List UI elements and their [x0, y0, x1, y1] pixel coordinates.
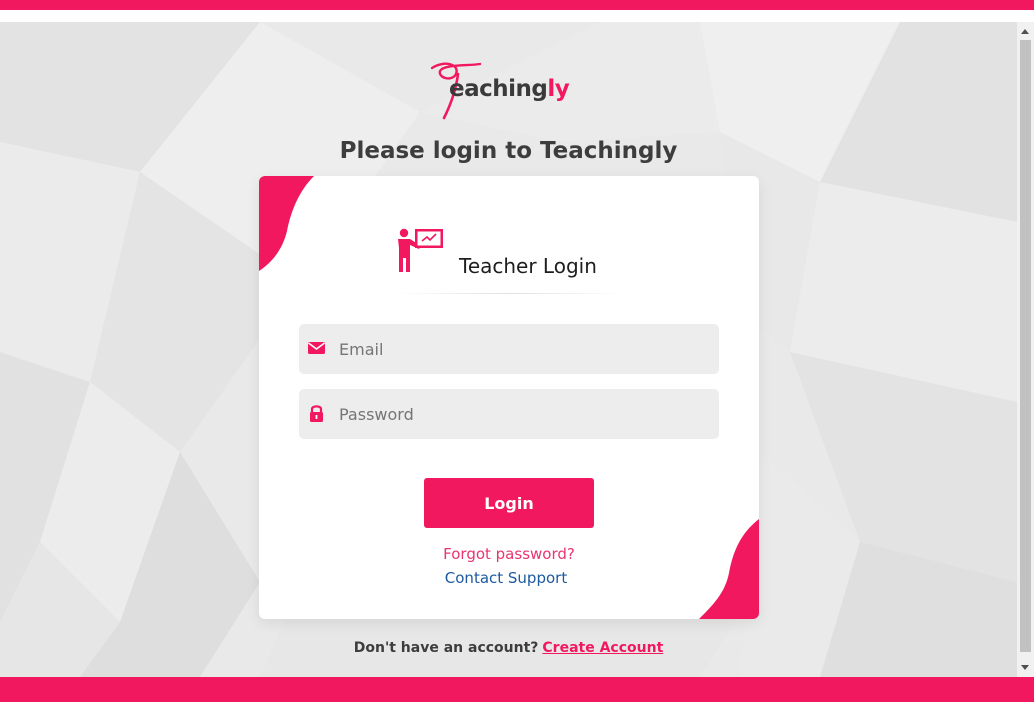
logo-prefix: eaching	[449, 76, 548, 102]
page-viewport: eachingly Please login to Teachingly Tea…	[0, 22, 1017, 677]
login-button[interactable]: Login	[424, 478, 594, 528]
login-card: Teacher Login Login Forgot password? Con…	[259, 176, 759, 619]
teacher-board-icon	[398, 228, 443, 272]
page-title: Please login to Teachingly	[339, 138, 678, 164]
password-input[interactable]	[339, 389, 709, 439]
vertical-scrollbar[interactable]	[1017, 22, 1034, 677]
logo-accent: ly	[547, 76, 570, 102]
scroll-up-arrow-icon[interactable]	[1021, 29, 1029, 34]
signup-prompt-line: Don't have an account? Create Account	[0, 640, 1017, 656]
forgot-password-link[interactable]: Forgot password?	[259, 545, 759, 563]
create-account-link[interactable]: Create Account	[542, 640, 663, 656]
bottom-accent-bar	[0, 677, 1034, 702]
signup-prompt-text: Don't have an account?	[353, 640, 539, 656]
logo-wordmark: eachingly	[449, 76, 570, 102]
password-field-container	[299, 389, 719, 439]
email-field-container	[299, 324, 719, 374]
contact-support-link[interactable]: Contact Support	[259, 569, 753, 587]
card-corner-blob-top	[259, 176, 314, 271]
envelope-icon	[308, 342, 325, 354]
scroll-down-arrow-icon[interactable]	[1021, 665, 1029, 670]
lock-icon	[310, 405, 323, 422]
scrollbar-thumb[interactable]	[1020, 40, 1031, 652]
heading-divider	[394, 293, 624, 294]
card-heading: Teacher Login	[459, 254, 597, 278]
email-input[interactable]	[339, 324, 709, 374]
top-accent-bar	[0, 0, 1034, 10]
